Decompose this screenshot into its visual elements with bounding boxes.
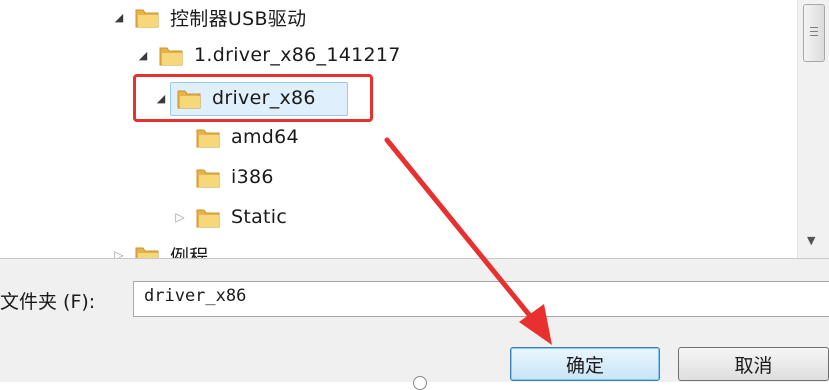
- tree-item-static[interactable]: ▷ Static: [173, 202, 287, 232]
- tree-item-label: amd64: [231, 126, 299, 148]
- tree-item-label: 控制器USB驱动: [170, 7, 307, 30]
- tree-item-usb-driver[interactable]: ◢ 控制器USB驱动: [112, 2, 306, 32]
- grip-line: [810, 35, 818, 36]
- tree-item-label: 1.driver_x86_141217: [194, 44, 401, 66]
- scrollbar-thumb[interactable]: [803, 4, 825, 62]
- triangle-down-icon[interactable]: ◢: [112, 10, 126, 24]
- folder-field-label: 文件夹 (F):: [0, 291, 96, 313]
- triangle-down-icon[interactable]: ◢: [136, 48, 150, 62]
- grip-line: [810, 31, 818, 32]
- tree-item-amd64[interactable]: amd64: [173, 122, 299, 152]
- folder-icon: [196, 129, 220, 148]
- vertical-scrollbar[interactable]: ▼: [797, 0, 829, 258]
- folder-icon: [159, 47, 183, 66]
- folder-icon: [196, 209, 220, 228]
- annotation-highlight-box: [133, 74, 373, 122]
- tree-item-label: Static: [231, 206, 288, 228]
- folder-icon: [196, 169, 220, 188]
- tree-item-driver-package[interactable]: ◢ 1.driver_x86_141217: [136, 40, 401, 70]
- folder-input[interactable]: driver_x86: [133, 281, 829, 317]
- triangle-right-icon[interactable]: ▷: [173, 210, 187, 224]
- tree-item-i386[interactable]: i386: [173, 162, 274, 192]
- folder-icon: [135, 9, 159, 28]
- folder-icon: [135, 247, 159, 258]
- tree-item-examples[interactable]: ▷ 例程: [112, 240, 209, 258]
- tree-item-label: i386: [231, 166, 274, 188]
- dialog-footer: 文件夹 (F): driver_x86 确定 取消: [0, 258, 829, 390]
- cancel-button[interactable]: 取消: [678, 347, 829, 381]
- tree-item-label: 例程: [170, 245, 209, 259]
- ok-button[interactable]: 确定: [510, 347, 660, 381]
- scroll-down-arrow-icon[interactable]: ▼: [807, 234, 815, 247]
- grip-line: [810, 27, 818, 28]
- triangle-right-icon[interactable]: ▷: [112, 248, 126, 258]
- partial-control-icon: [413, 376, 427, 390]
- folder-tree[interactable]: ◢ 控制器USB驱动 ◢ 1.driver_x86_141217 ◢ drive…: [0, 0, 797, 258]
